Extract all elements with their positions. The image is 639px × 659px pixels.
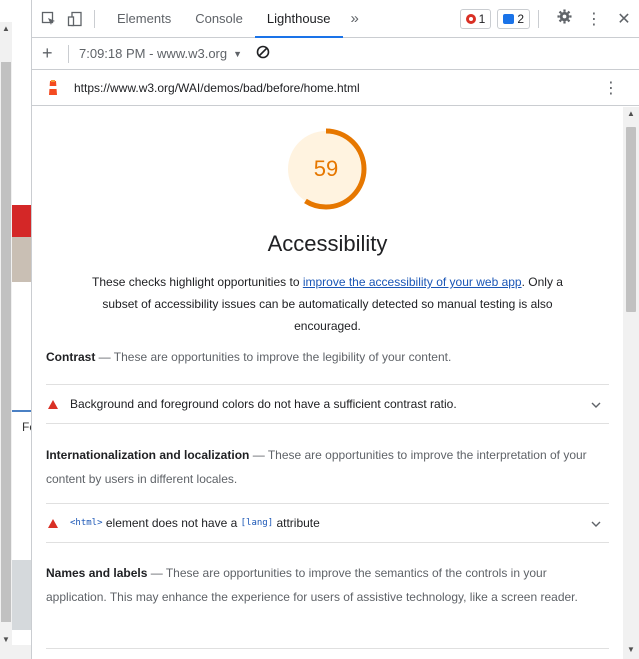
lighthouse-logo-icon xyxy=(46,79,60,96)
settings-gear-icon[interactable] xyxy=(549,8,579,29)
errors-badge[interactable]: 1 xyxy=(459,8,492,29)
code-lang: [lang] xyxy=(240,518,274,528)
fail-triangle-icon xyxy=(48,518,58,528)
group-contrast: Contrast — These are opportunities to im… xyxy=(46,350,452,364)
report-selector[interactable]: 7:09:18 PM - www.w3.org xyxy=(79,46,227,61)
page-scroll-thumb[interactable] xyxy=(1,62,11,622)
new-report-plus-icon[interactable]: + xyxy=(42,43,60,64)
group-i18n: Internationalization and localization — … xyxy=(46,448,587,486)
audit-html-lang[interactable]: <html> element does not have a [lang] at… xyxy=(46,503,609,543)
audit-contrast[interactable]: Background and foreground colors do not … xyxy=(46,384,609,424)
divider xyxy=(46,648,609,649)
close-devtools-icon[interactable]: ✕ xyxy=(609,9,639,29)
page-scrollbar[interactable]: ▲ ▼ xyxy=(0,22,12,647)
more-tabs-button[interactable]: » xyxy=(343,10,367,27)
messages-count: 2 xyxy=(517,11,524,26)
report-scrollbar[interactable]: ▲ ▼ xyxy=(623,107,639,659)
page-image xyxy=(12,237,31,282)
message-icon xyxy=(503,13,515,24)
chevron-down-icon[interactable] xyxy=(591,516,601,530)
audit-text: element does not have a xyxy=(102,516,241,530)
devtools-panel: Elements Console Lighthouse » 1 2 ⋮ ✕ + … xyxy=(31,0,639,659)
screen: ▲ ▼ Fe Elements Console Lighthouse » xyxy=(0,0,639,659)
page-banner xyxy=(12,205,31,237)
page-text-fragment: Fe xyxy=(22,420,31,434)
error-icon xyxy=(465,13,476,24)
customize-menu-icon[interactable]: ⋮ xyxy=(579,9,609,29)
report-menu-icon[interactable]: ⋮ xyxy=(603,78,619,98)
tab-elements[interactable]: Elements xyxy=(105,0,183,38)
group-names-labels: Names and labels — These are opportuniti… xyxy=(46,566,578,604)
dropdown-arrow-icon[interactable]: ▼ xyxy=(233,49,242,59)
devtools-toolbar: Elements Console Lighthouse » 1 2 ⋮ ✕ xyxy=(32,0,639,38)
code-html: <html> xyxy=(70,518,103,528)
inspect-element-icon[interactable] xyxy=(40,10,58,28)
messages-badge[interactable]: 2 xyxy=(497,8,530,29)
group-title: Internationalization and localization xyxy=(46,448,250,462)
category-title: Accessibility xyxy=(267,231,388,256)
group-title: Names and labels xyxy=(46,566,148,580)
report-url-bar: https://www.w3.org/WAI/demos/bad/before/… xyxy=(32,70,639,106)
scroll-down-arrow[interactable]: ▼ xyxy=(623,645,639,654)
improve-accessibility-link[interactable]: improve the accessibility of your web ap… xyxy=(303,275,522,289)
clear-reports-icon[interactable] xyxy=(256,45,270,62)
desc-text-1: These checks highlight opportunities to xyxy=(92,275,303,289)
report-content: 59 Accessibility These checks highlight … xyxy=(32,107,623,659)
audit-title: Background and foreground colors do not … xyxy=(70,397,457,411)
report-bar-divider xyxy=(68,44,69,63)
group-title: Contrast xyxy=(46,350,96,364)
toolbar-divider xyxy=(94,9,95,28)
page-hscrollbar[interactable] xyxy=(0,645,31,659)
audit-text: attribute xyxy=(273,516,320,530)
chevron-down-icon[interactable] xyxy=(591,397,601,411)
device-toolbar-icon[interactable] xyxy=(66,10,84,28)
fail-triangle-icon xyxy=(48,399,58,409)
page-viewport-strip: ▲ ▼ Fe xyxy=(0,0,31,659)
tab-console[interactable]: Console xyxy=(183,0,255,38)
errors-count: 1 xyxy=(478,11,486,26)
page-scroll-up[interactable]: ▲ xyxy=(0,22,12,36)
tab-lighthouse[interactable]: Lighthouse xyxy=(254,0,343,38)
toolbar-right: 1 2 ⋮ ✕ xyxy=(454,8,639,29)
scroll-up-arrow[interactable]: ▲ xyxy=(623,109,639,118)
report-bar: + 7:09:18 PM - www.w3.org ▼ xyxy=(32,38,639,70)
report-url: https://www.w3.org/WAI/demos/bad/before/… xyxy=(74,80,360,95)
scroll-thumb[interactable] xyxy=(626,127,636,312)
category-description: These checks highlight opportunities to … xyxy=(92,271,563,337)
page-divider xyxy=(12,410,31,412)
toolbar-divider-right xyxy=(538,9,539,28)
page-photo xyxy=(12,560,31,630)
score-value: 59 xyxy=(313,156,339,181)
group-description: These are opportunities to improve the l… xyxy=(113,350,452,364)
